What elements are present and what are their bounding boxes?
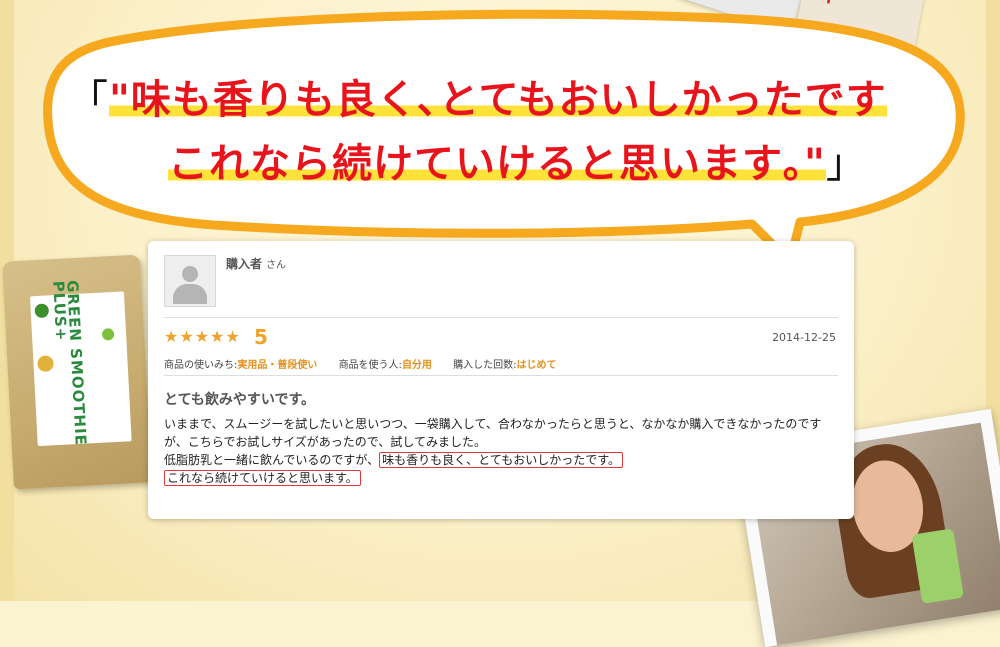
highlighted-quote-2: これなら続けていけると思います。 bbox=[164, 470, 361, 486]
meta-value-user: 自分用 bbox=[401, 360, 432, 371]
review-card: 購入者 さん ★★★★★ 5 2014-12-25 商品の使いみち:実用品・普段使… bbox=[148, 241, 854, 519]
open-bracket: 「 bbox=[68, 77, 109, 123]
headline-line-1: 「"味も香りも良く､とてもおいしかったです bbox=[68, 68, 948, 132]
review-body-line: これなら続けていけると思います。 bbox=[164, 469, 840, 487]
avatar-body-icon bbox=[173, 284, 207, 304]
reviewer-name-text: 購入者 bbox=[226, 257, 263, 271]
close-bracket: 」 bbox=[825, 141, 867, 187]
meta-key-user: 商品を使う人: bbox=[338, 360, 402, 371]
star-rating-icon: ★★★★★ bbox=[164, 327, 241, 346]
headline-text-2: これなら続けていけると思います｡" bbox=[168, 141, 826, 187]
divider bbox=[164, 375, 838, 376]
divider bbox=[164, 317, 838, 318]
highlighted-quote-1: 味も香りも良く、とてもおいしかったです。 bbox=[379, 452, 624, 468]
smoothie-cup bbox=[911, 528, 964, 604]
review-body-line: いままで、スムージーを試したいと思いつつ、一袋購入して、合わなかったらと思うと、… bbox=[164, 417, 822, 431]
reviewer-suffix: さん bbox=[266, 260, 287, 271]
review-body-plain: 低脂肪乳と一緒に飲んでいるのですが、 bbox=[164, 453, 380, 467]
meta-value-usage: 実用品・普段使い bbox=[237, 360, 318, 371]
meta-value-count: はじめて bbox=[516, 360, 557, 371]
review-title: とても飲みやすいです。 bbox=[164, 392, 316, 408]
headline-text-1: "味も香りも良く､とてもおいしかったです bbox=[109, 77, 887, 123]
rating-score: 5 bbox=[254, 325, 268, 349]
headline-quote: 「"味も香りも良く､とてもおいしかったです これなら続けていけると思います｡"」 bbox=[68, 68, 948, 196]
review-body-line: 低脂肪乳と一緒に飲んでいるのですが、 味も香りも良く、とてもおいしかったです。 bbox=[164, 451, 840, 469]
review-date: 2014-12-25 bbox=[772, 331, 836, 344]
meta-key-usage: 商品の使いみち: bbox=[164, 360, 238, 371]
reviewer-name: 購入者 さん bbox=[226, 255, 286, 272]
product-pouch-image: GREEN SMOOTHIE PLUS+ bbox=[2, 254, 152, 490]
review-body-line: が、こちらでお試しサイズがあったので、試してみました。 bbox=[164, 435, 486, 449]
meta-key-count: 購入した回数: bbox=[453, 360, 517, 371]
avatar-head-icon bbox=[182, 266, 198, 282]
review-meta: 商品の使いみち:実用品・普段使い 商品を使う人:自分用 購入した回数:はじめて bbox=[164, 356, 557, 371]
review-body: いままで、スムージーを試したいと思いつつ、一袋購入して、合わなかったらと思うと、… bbox=[164, 415, 840, 487]
reviewer-avatar bbox=[164, 255, 216, 307]
headline-line-2: これなら続けていけると思います｡"」 bbox=[68, 132, 948, 196]
